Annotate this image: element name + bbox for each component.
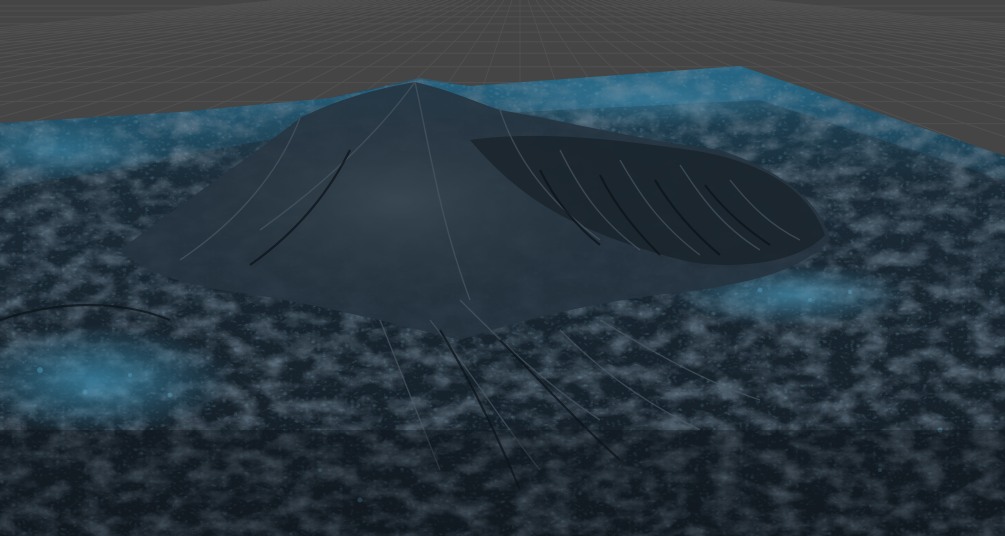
3d-viewport[interactable] (0, 0, 1005, 536)
terrain-scene[interactable] (0, 0, 1005, 536)
foreground-shade (0, 430, 1005, 536)
